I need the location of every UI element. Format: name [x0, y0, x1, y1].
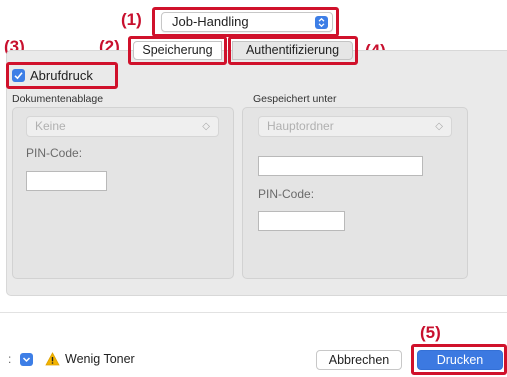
cancel-button[interactable]: Abbrechen	[316, 350, 402, 370]
chevron-updown-icon: ◇	[435, 121, 443, 132]
up-down-stepper-icon	[315, 16, 328, 29]
gespeichert-unter-title: Gespeichert unter	[253, 93, 337, 105]
dokumentenablage-select[interactable]: Keine ◇	[26, 116, 219, 137]
left-pin-input[interactable]	[26, 171, 107, 191]
annotation-5: (5)	[420, 323, 441, 342]
popup-value: Job-Handling	[172, 14, 249, 29]
gespeichert-unter-select[interactable]: Hauptordner ◇	[258, 116, 452, 137]
dokumentenablage-title: Dokumentenablage	[12, 93, 104, 105]
right-pin-label: PIN-Code:	[258, 187, 315, 201]
left-pin-label: PIN-Code:	[26, 146, 83, 160]
checkmark-icon	[12, 69, 25, 82]
bottom-divider	[0, 312, 507, 313]
chevron-updown-icon: ◇	[202, 121, 210, 132]
annotation-1: (1)	[121, 10, 142, 29]
warning-text: Wenig Toner	[65, 352, 135, 366]
chevron-down-icon	[22, 357, 31, 363]
warning-icon	[45, 352, 60, 371]
tab-authentifizierung[interactable]: Authentifizierung	[232, 41, 353, 60]
options-menu-button[interactable]	[20, 353, 33, 366]
gespeichert-unter-select-value: Hauptordner	[267, 119, 334, 133]
folder-name-input[interactable]	[258, 156, 423, 176]
right-pin-input[interactable]	[258, 211, 345, 231]
dokumentenablage-select-value: Keine	[35, 119, 66, 133]
print-button[interactable]: Drucken	[417, 350, 503, 370]
tab-speicherung[interactable]: Speicherung	[133, 41, 222, 60]
left-marker: :	[8, 352, 12, 366]
abrufdruck-label: Abrufdruck	[30, 68, 93, 83]
job-handling-popup[interactable]: Job-Handling	[161, 12, 333, 32]
